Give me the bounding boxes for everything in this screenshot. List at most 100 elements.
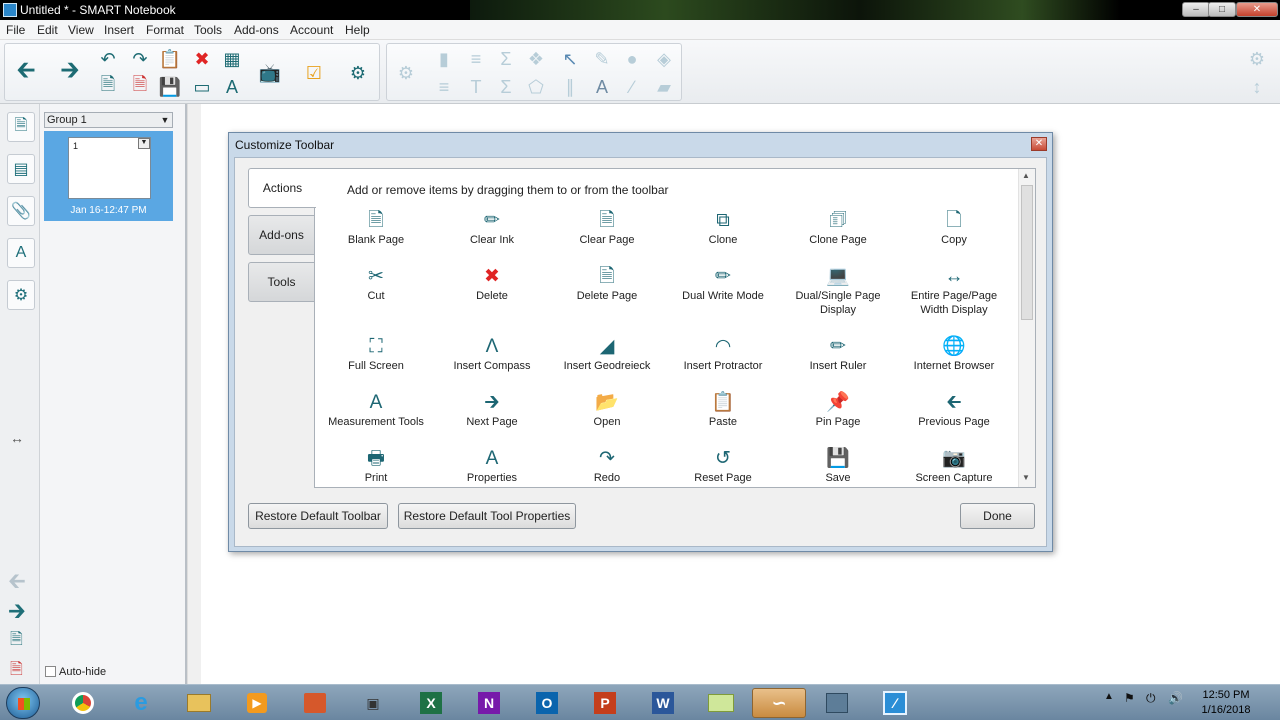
autohide-checkbox[interactable] (45, 666, 56, 677)
response-icon[interactable]: ☑ (301, 60, 327, 86)
toolbar-item-full-screen[interactable]: ⛶ Full Screen (318, 335, 434, 373)
close-button[interactable]: ✕ (1236, 2, 1278, 17)
gallery-icon[interactable]: ▤ (7, 154, 35, 184)
notes-icon[interactable] (694, 688, 748, 718)
done-button[interactable]: Done (960, 503, 1035, 529)
volume-tray-icon[interactable]: 🔊 (1168, 691, 1183, 705)
toolbar-item-clone[interactable]: ⧉ Clone (665, 209, 781, 247)
toolbar-item-cut[interactable]: ✂ Cut (318, 265, 434, 303)
menu-tools[interactable]: Tools (194, 23, 222, 37)
file-explorer-icon[interactable] (172, 688, 226, 718)
text-icon[interactable]: A (589, 74, 615, 100)
toolbar-item-screen-capture[interactable]: 📷 Screen Capture (896, 447, 1012, 485)
menu-account[interactable]: Account (290, 23, 333, 37)
network-icon[interactable] (810, 688, 864, 718)
redo-icon[interactable]: ↷ (127, 46, 153, 72)
toolbar-item-blank-page[interactable]: 🗎 Blank Page (318, 209, 434, 247)
resize-handle-icon[interactable]: ↔ (10, 430, 24, 446)
toolbar-item-clone-page[interactable]: 🗊 Clone Page (780, 209, 896, 247)
internet-explorer-icon[interactable]: e (114, 688, 168, 718)
start-button[interactable] (6, 687, 40, 719)
shapes-icon[interactable]: ● (619, 46, 645, 72)
menu-edit[interactable]: Edit (37, 23, 58, 37)
line-icon[interactable]: ∕ (619, 74, 645, 100)
previous-page-icon[interactable]: 🡰 (13, 57, 39, 86)
panel-scrollbar[interactable]: ▲ ▼ (1018, 169, 1035, 487)
pen-icon[interactable]: ✎ (589, 46, 615, 72)
fill-icon[interactable]: ◈ (651, 46, 677, 72)
menu-view[interactable]: View (68, 23, 94, 37)
tray-expand-icon[interactable]: ▲ (1104, 691, 1114, 702)
toolbar-item-reset-page[interactable]: ↺ Reset Page (665, 447, 781, 485)
toolbar-item-delete[interactable]: ✖ Delete (434, 265, 550, 303)
add-page-icon[interactable]: 🗎 (10, 628, 23, 655)
toolbar-item-copy[interactable]: 🗋 Copy (896, 209, 1012, 247)
sigma-icon[interactable]: Σ (493, 46, 519, 72)
toolbar-item-properties[interactable]: A Properties (434, 447, 550, 485)
align-icon[interactable]: ≡ (463, 46, 489, 72)
shape-icon[interactable]: ⬠ (523, 74, 549, 100)
smart-tools-icon[interactable]: ∽ (752, 688, 806, 718)
toolbar-item-measurement-tools[interactable]: A Measurement Tools (318, 391, 434, 429)
scroll-down-icon[interactable]: ▼ (1022, 473, 1030, 482)
delete-page-icon[interactable]: 🗎 (10, 658, 23, 685)
next-arrow-icon[interactable]: 🡲 (8, 594, 26, 632)
save-icon[interactable]: 💾 (157, 74, 183, 100)
outlook-icon[interactable]: O (520, 688, 574, 718)
toolbar-item-redo[interactable]: ↷ Redo (549, 447, 665, 485)
select-icon[interactable]: ↖ (557, 46, 583, 72)
add-page-icon[interactable]: 🗎 (95, 74, 121, 100)
toolbar-item-save[interactable]: 💾 Save (780, 447, 896, 485)
toolbar-item-previous-page[interactable]: 🡰 Previous Page (896, 391, 1012, 429)
toolbar-item-insert-compass[interactable]: Λ Insert Compass (434, 335, 550, 373)
eraser-icon[interactable]: ▰ (651, 74, 677, 100)
next-page-icon[interactable]: 🡲 (57, 57, 83, 86)
toolbar-item-insert-geodreieck[interactable]: ◢ Insert Geodreieck (549, 335, 665, 373)
move-toolbar-icon[interactable]: ↕ (1244, 74, 1270, 100)
properties-tab-icon[interactable]: A (7, 238, 35, 268)
properties-icon[interactable]: A (219, 74, 245, 100)
page-menu-icon[interactable]: ▼ (138, 138, 150, 149)
word-icon[interactable]: W (636, 688, 690, 718)
menu-addons[interactable]: Add-ons (234, 23, 279, 37)
menu-help[interactable]: Help (345, 23, 370, 37)
toolbar-item-delete-page[interactable]: 🗎 Delete Page (549, 265, 665, 303)
dialog-close-icon[interactable]: ✕ (1031, 137, 1047, 151)
document-camera-icon[interactable]: 📺 (257, 60, 283, 86)
toolbar-item-print[interactable]: 🖶 Print (318, 447, 434, 485)
menu-file[interactable]: File (6, 23, 25, 37)
undo-icon[interactable]: ↶ (95, 46, 121, 72)
bar-chart-icon[interactable]: ▮ (431, 46, 457, 72)
toolbar-item-dual-single-page-display[interactable]: 💻 Dual/Single Page Display (780, 265, 896, 317)
tab-tools[interactable]: Tools (248, 262, 315, 302)
flag-tray-icon[interactable]: ⚑ (1124, 691, 1135, 705)
onenote-icon[interactable]: N (462, 688, 516, 718)
toolbar-item-paste[interactable]: 📋 Paste (665, 391, 781, 429)
page-sorter-icon[interactable]: 🗎 (7, 112, 35, 142)
toolbar-item-insert-protractor[interactable]: ◠ Insert Protractor (665, 335, 781, 373)
text-height-icon[interactable]: T (463, 74, 489, 100)
toolbar-item-pin-page[interactable]: 📌 Pin Page (780, 391, 896, 429)
sorter-scrollbar[interactable] (187, 104, 201, 684)
sum-icon[interactable]: Σ (493, 74, 519, 100)
sound-icon[interactable]: ▣ (346, 688, 400, 718)
scroll-up-icon[interactable]: ▲ (1022, 171, 1030, 180)
powerpoint-viewer-icon[interactable] (288, 688, 342, 718)
puzzle-icon[interactable]: ⚙ (393, 60, 419, 86)
toolbar-item-clear-page[interactable]: 🗎 Clear Page (549, 209, 665, 247)
media-player-icon[interactable]: ▶ (230, 688, 284, 718)
chevron-down-icon[interactable]: ▼ (158, 113, 172, 127)
toolbar-item-next-page[interactable]: 🡲 Next Page (434, 391, 550, 429)
minimize-button[interactable]: – (1182, 2, 1210, 17)
chrome-icon[interactable] (56, 688, 110, 718)
menu-format[interactable]: Format (146, 23, 184, 37)
group-icon[interactable]: ❖ (523, 46, 549, 72)
settings-gear-icon[interactable]: ⚙ (1244, 46, 1270, 72)
toolbar-item-internet-browser[interactable]: 🌐 Internet Browser (896, 335, 1012, 373)
delete-icon[interactable]: ✖ (189, 46, 215, 72)
toolbar-item-open[interactable]: 📂 Open (549, 391, 665, 429)
delete-page-icon[interactable]: 🗎 (127, 74, 153, 100)
maximize-button[interactable]: □ (1208, 2, 1236, 17)
autohide-toggle[interactable]: Auto-hide (45, 666, 106, 678)
excel-icon[interactable]: X (404, 688, 458, 718)
